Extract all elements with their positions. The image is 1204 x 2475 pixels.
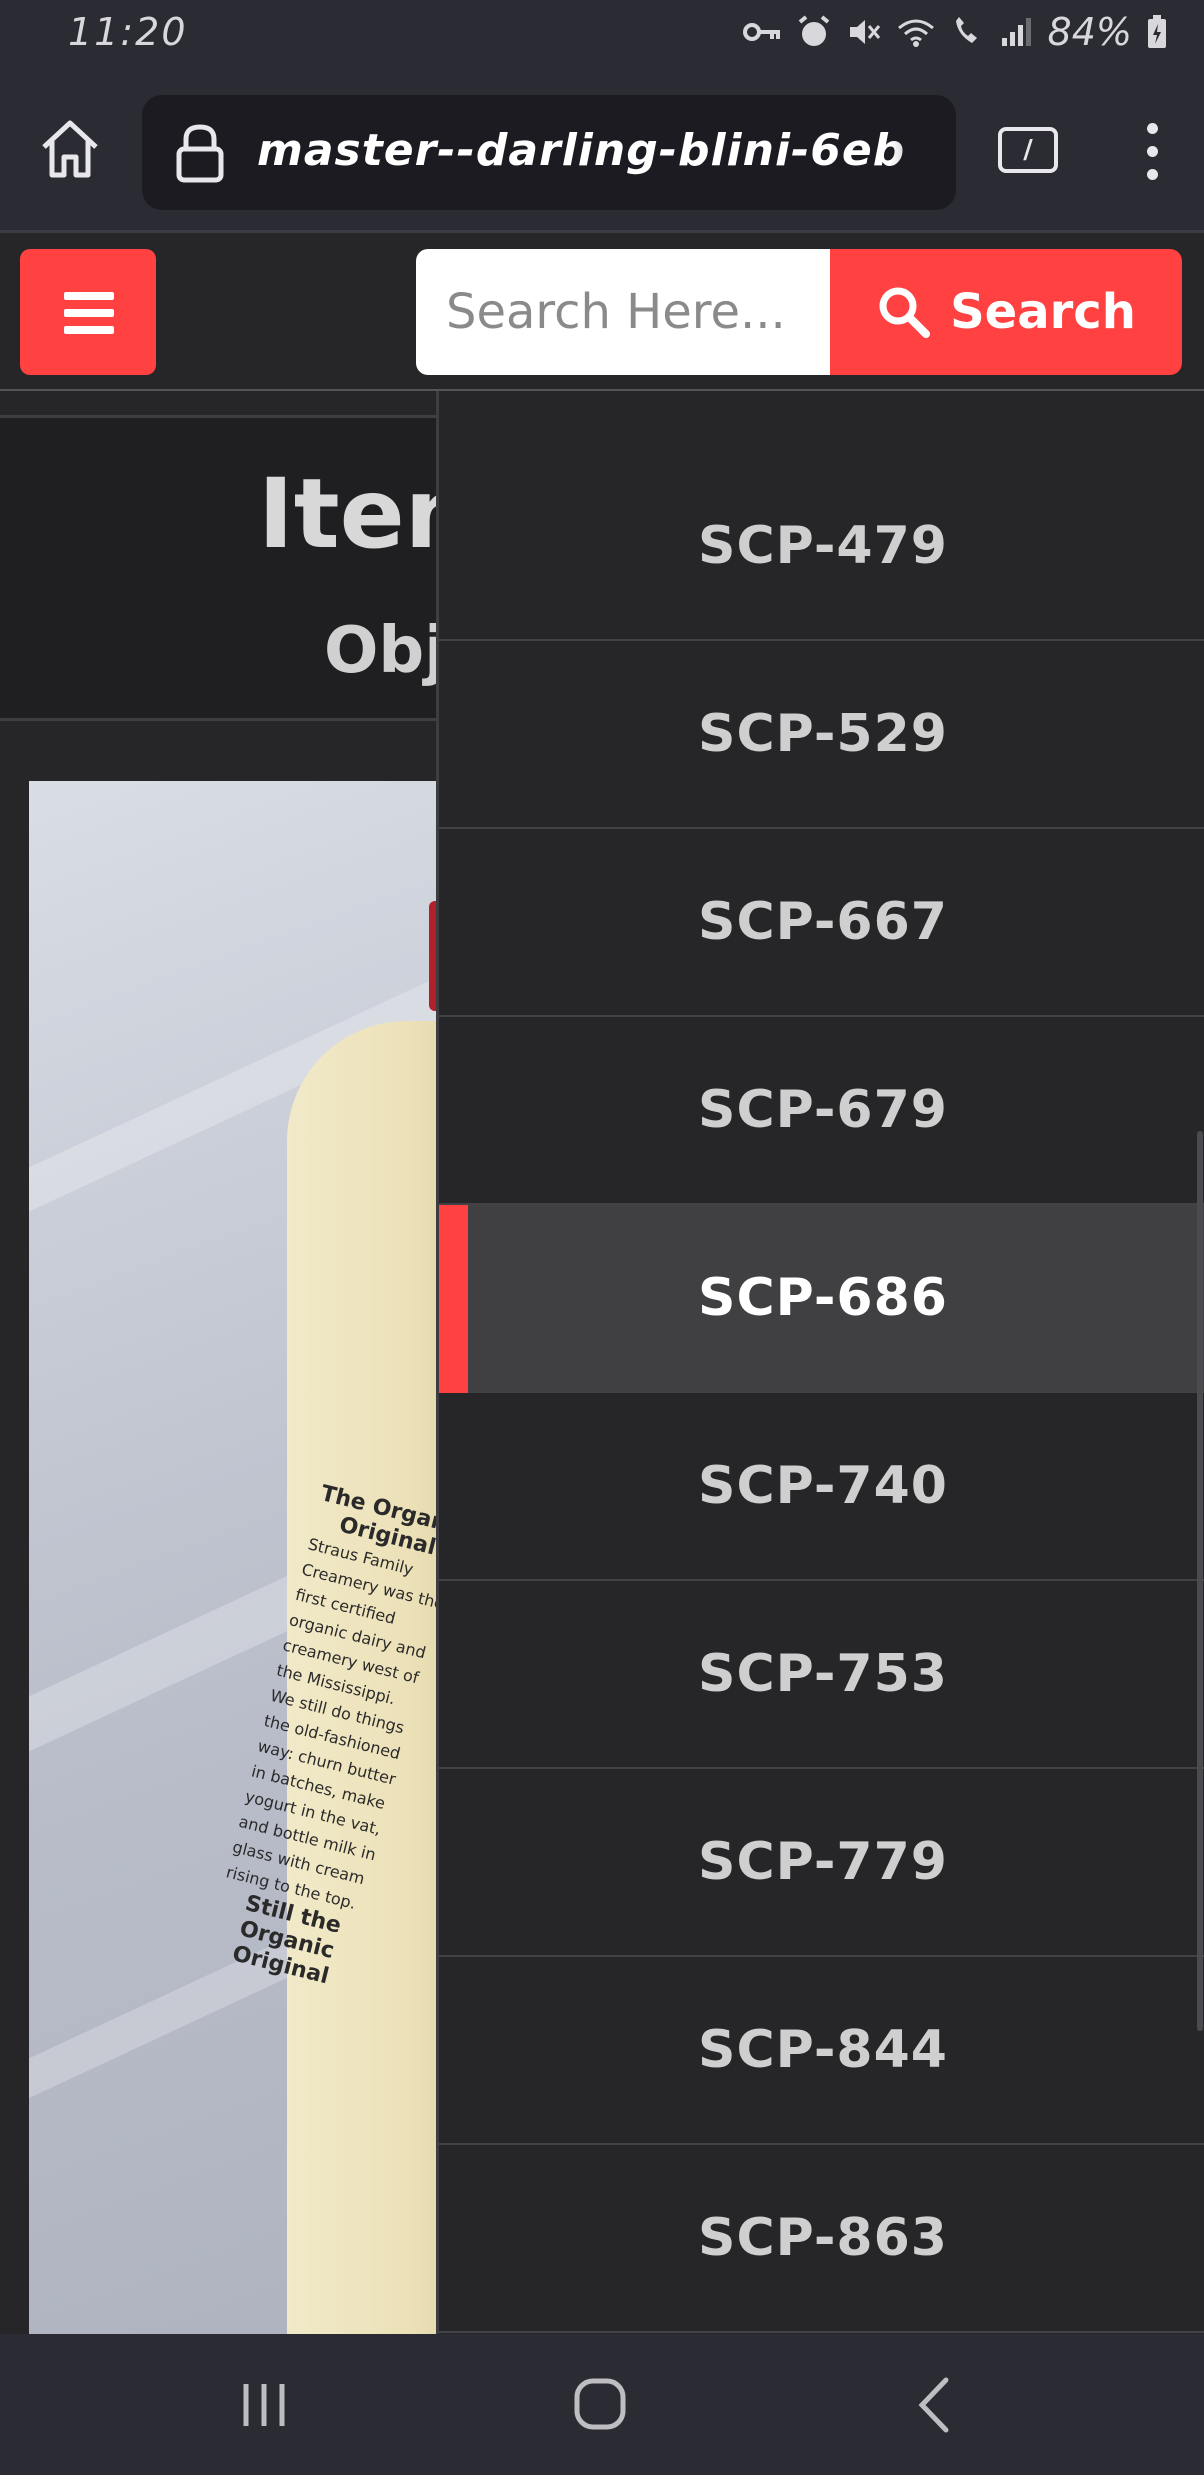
page-subtitle: Obj bbox=[324, 614, 436, 688]
dropdown-item[interactable]: SCP-779 bbox=[439, 1769, 1204, 1957]
alarm-icon bbox=[798, 15, 829, 46]
search-input[interactable] bbox=[416, 249, 836, 375]
url-text[interactable]: master--darling-blini-6eb bbox=[257, 125, 956, 176]
item-photo: The Organic Original Straus Family Cream… bbox=[29, 781, 436, 2334]
dropdown-item[interactable]: SCP-863 bbox=[439, 2145, 1204, 2333]
status-time: 11:20 bbox=[68, 10, 188, 54]
back-icon[interactable] bbox=[896, 2370, 976, 2440]
lock-icon bbox=[176, 124, 224, 183]
hamburger-menu-button[interactable] bbox=[20, 249, 156, 375]
dropdown-item[interactable]: SCP-740 bbox=[439, 1393, 1204, 1581]
dropdown-item[interactable]: SCP-667 bbox=[439, 829, 1204, 1017]
signal-icon bbox=[1001, 18, 1031, 46]
search-button-label: Search bbox=[950, 284, 1136, 340]
dropdown-item-active[interactable]: SCP-686 bbox=[439, 1205, 1204, 1393]
dropdown-item[interactable]: SCP-844 bbox=[439, 1957, 1204, 2145]
scrollbar[interactable] bbox=[1197, 1131, 1203, 2031]
battery-charging-icon bbox=[1148, 15, 1166, 48]
mute-icon bbox=[849, 20, 880, 44]
home-nav-icon[interactable] bbox=[560, 2370, 640, 2440]
home-icon[interactable] bbox=[38, 117, 102, 181]
status-bar: 11:20 84% bbox=[0, 0, 1204, 75]
tabs-icon: / bbox=[1023, 135, 1033, 165]
address-bar[interactable]: master--darling-blini-6eb bbox=[142, 95, 956, 210]
page-title: Item bbox=[258, 458, 436, 570]
browser-toolbar: master--darling-blini-6eb / bbox=[0, 75, 1204, 233]
item-header-card: Item Obj bbox=[0, 415, 436, 721]
search-button[interactable]: Search bbox=[830, 249, 1182, 375]
dropdown-item[interactable]: SCP-479 bbox=[439, 453, 1204, 641]
nav-dropdown-list[interactable]: SCP-479 SCP-529 SCP-667 SCP-679 SCP-686 … bbox=[436, 391, 1204, 2334]
system-nav-bar bbox=[0, 2334, 1204, 2475]
wifi-call-icon bbox=[955, 17, 977, 43]
dropdown-item[interactable]: SCP-529 bbox=[439, 641, 1204, 829]
wifi-icon bbox=[897, 19, 934, 47]
search-icon bbox=[879, 287, 931, 338]
site-header: Search bbox=[0, 233, 1204, 391]
dropdown-item[interactable]: SCP-679 bbox=[439, 1017, 1204, 1205]
key-icon bbox=[742, 23, 780, 41]
dropdown-item[interactable]: SCP-753 bbox=[439, 1581, 1204, 1769]
bottle-cap bbox=[429, 901, 436, 1011]
recent-apps-icon[interactable] bbox=[224, 2370, 304, 2440]
status-icons: 84% bbox=[742, 10, 1168, 54]
page-content: Item Obj The Organic Original Straus Fam… bbox=[0, 391, 436, 2334]
tabs-button[interactable]: / bbox=[998, 127, 1058, 173]
battery-percentage: 84% bbox=[1047, 10, 1132, 54]
more-options-icon[interactable] bbox=[1140, 123, 1164, 187]
